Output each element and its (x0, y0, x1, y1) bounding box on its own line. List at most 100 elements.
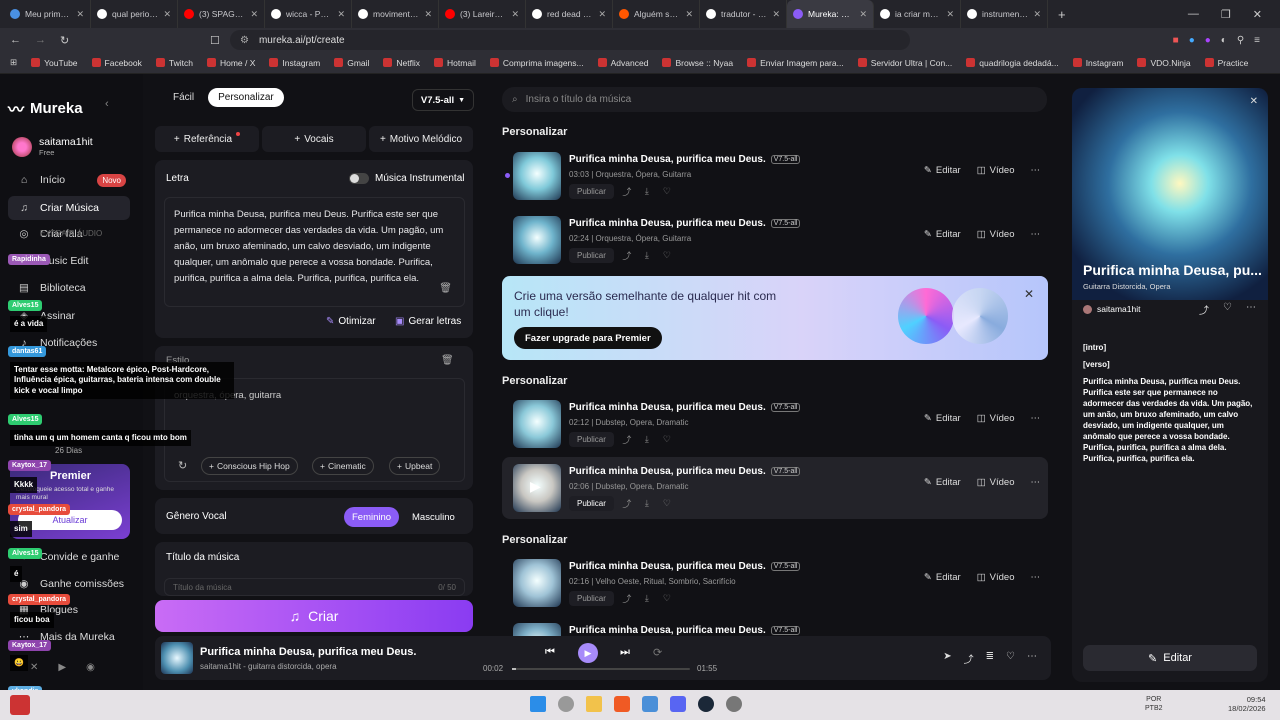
forward-icon[interactable]: → (35, 34, 46, 46)
bookmark-item[interactable]: Home / X (206, 58, 255, 68)
bookmark-item[interactable]: Instagram (1072, 58, 1123, 68)
youtube-icon[interactable]: ▶ (58, 662, 66, 673)
vocals-button[interactable]: + Vocais (262, 126, 366, 152)
more-icon[interactable]: ⋯ (1027, 651, 1037, 666)
create-button[interactable]: ♫ Criar (155, 600, 473, 632)
reference-button[interactable]: + Referência (155, 126, 259, 152)
play-icon[interactable]: ▶ (530, 478, 541, 495)
publish-button[interactable]: Publicar (569, 591, 614, 606)
song-row[interactable]: Purifica minha Deusa, purifica meu Deus.… (502, 552, 1048, 614)
close-tab-icon[interactable]: ✕ (1033, 9, 1041, 20)
bookmark-item[interactable]: Instagram (269, 58, 320, 68)
menu-icon[interactable]: ≡ (1254, 35, 1260, 46)
song-cover[interactable] (513, 559, 561, 607)
close-tab-icon[interactable]: ✕ (511, 9, 519, 20)
detail-edit-button[interactable]: ✎ Editar (1083, 645, 1257, 671)
x-icon[interactable]: ✕ (30, 662, 38, 673)
edit-button[interactable]: ✎ Editar (924, 229, 961, 240)
extension-icon[interactable]: ◐ (1221, 35, 1227, 46)
user-profile[interactable]: saitama1hit Free (12, 136, 93, 157)
sidebar-item[interactable]: ◉ Ganhe comissões (8, 572, 130, 596)
detail-author[interactable]: saitama1hit (1083, 304, 1140, 314)
sidebar-item[interactable]: ♫ Criar Música (8, 196, 130, 220)
close-tab-icon[interactable]: ✕ (163, 9, 171, 20)
bookmark-item[interactable]: Practice (1204, 58, 1248, 68)
bookmark-item[interactable]: Advanced (597, 58, 648, 68)
publish-button[interactable]: Publicar (569, 496, 614, 511)
share-icon[interactable]: ⤴ (964, 651, 974, 666)
song-cover[interactable]: ▶ (513, 464, 561, 512)
browser-tab[interactable]: Meu primeiro bo ✕ (4, 0, 91, 28)
playlist-icon[interactable]: ≣ (986, 651, 994, 666)
bookmark-item[interactable]: Facebook (91, 58, 142, 68)
close-tab-icon[interactable]: ✕ (772, 9, 780, 20)
settings-icon[interactable] (726, 696, 742, 712)
extension-icon[interactable]: ⚲ (1237, 35, 1244, 46)
discord-icon[interactable]: ◉ (86, 662, 95, 673)
bookmark-item[interactable]: Browse :: Nyaa (662, 58, 733, 68)
share-icon[interactable]: ⤴ (620, 185, 634, 198)
browser-tab[interactable]: qual periodo foi e ✕ (91, 0, 178, 28)
edit-button[interactable]: ✎ Editar (924, 477, 961, 488)
mode-custom-tab[interactable]: Personalizar (208, 88, 284, 107)
song-row[interactable]: ▶ Purifica minha Deusa, purifica meu Deus… (502, 457, 1048, 519)
mode-easy-tab[interactable]: Fácil (163, 88, 204, 107)
browser-tab[interactable]: wicca - Pesquisa ✕ (265, 0, 352, 28)
bookmark-item[interactable]: Twitch (155, 58, 193, 68)
heart-icon[interactable]: ♡ (660, 593, 674, 604)
refresh-icon[interactable]: ↻ (178, 459, 187, 472)
song-title[interactable]: Purifica minha Deusa, purifica meu Deus. (569, 561, 766, 572)
share-icon[interactable]: ⤴ (620, 249, 634, 262)
progress-track[interactable] (512, 668, 690, 670)
male-option[interactable]: Masculino (404, 507, 463, 527)
browser-tab[interactable]: tradutor - Pesqui ✕ (700, 0, 787, 28)
edit-button[interactable]: ✎ Editar (924, 413, 961, 424)
keyboard-language[interactable]: POR PTB2 (1145, 695, 1163, 713)
song-title[interactable]: Purifica minha Deusa, purifica meu Deus. (569, 402, 766, 413)
more-icon[interactable]: ⋯ (1031, 229, 1041, 240)
video-button[interactable]: ◫ Vídeo (977, 477, 1015, 488)
female-option[interactable]: Feminino (344, 507, 400, 527)
share-icon[interactable]: ⤴ (620, 497, 634, 510)
heart-icon[interactable]: ♡ (660, 186, 674, 197)
discord-icon[interactable] (670, 696, 686, 712)
send-icon[interactable]: ➤ (943, 651, 951, 666)
download-icon[interactable]: ⤓ (640, 250, 654, 261)
bookmark-item[interactable]: Gmail (334, 58, 369, 68)
more-icon[interactable]: ⋯ (1031, 165, 1041, 176)
new-tab-icon[interactable]: + (1058, 7, 1066, 22)
next-icon[interactable]: ⏭ (620, 646, 630, 659)
close-icon[interactable]: ✕ (1024, 287, 1034, 301)
folder-icon[interactable] (586, 696, 602, 712)
download-icon[interactable]: ⤓ (640, 186, 654, 197)
song-search-input[interactable]: ⌕ Insira o título da música (502, 87, 1047, 112)
song-title-input[interactable]: Título da música 0/ 50 (164, 578, 465, 596)
song-row[interactable]: Purifica minha Deusa, purifica meu Deus.… (502, 616, 1048, 636)
collapse-sidebar-icon[interactable]: ‹ (105, 98, 109, 110)
style-chip[interactable]: + Conscious Hip Hop (201, 457, 298, 475)
download-icon[interactable]: ⤓ (640, 498, 654, 509)
video-button[interactable]: ◫ Vídeo (977, 165, 1015, 176)
heart-icon[interactable]: ♡ (660, 250, 674, 261)
trash-icon[interactable]: 🗑 (439, 283, 452, 294)
style-chip[interactable]: + Cinematic (312, 457, 374, 475)
play-button[interactable]: ▶ (578, 643, 598, 663)
download-icon[interactable]: ⤓ (640, 434, 654, 445)
back-icon[interactable]: ← (10, 34, 21, 46)
share-icon[interactable]: ⤴ (620, 433, 634, 446)
browser-tab[interactable]: ia criar musica - P ✕ (874, 0, 961, 28)
close-window-icon[interactable]: ✕ (1253, 8, 1262, 21)
heart-icon[interactable]: ♡ (1006, 651, 1015, 666)
toggle-switch[interactable] (349, 173, 369, 184)
publish-button[interactable]: Publicar (569, 184, 614, 199)
repeat-icon[interactable]: ⟳ (653, 646, 662, 659)
browser-tab[interactable]: (3) SPAGHETTI W ✕ (178, 0, 265, 28)
bookmark-item[interactable]: Hotmail (434, 58, 476, 68)
bookmark-item[interactable]: VDO.Ninja (1137, 58, 1191, 68)
upgrade-premier-button[interactable]: Fazer upgrade para Premier (514, 327, 662, 349)
song-title[interactable]: Purifica minha Deusa, purifica meu Deus. (569, 154, 766, 165)
site-info-icon[interactable]: ⚙ (240, 35, 249, 46)
more-icon[interactable]: ⋯ (1031, 413, 1041, 424)
minimize-icon[interactable]: — (1188, 8, 1199, 20)
share-icon[interactable]: ⤴ (620, 592, 634, 605)
